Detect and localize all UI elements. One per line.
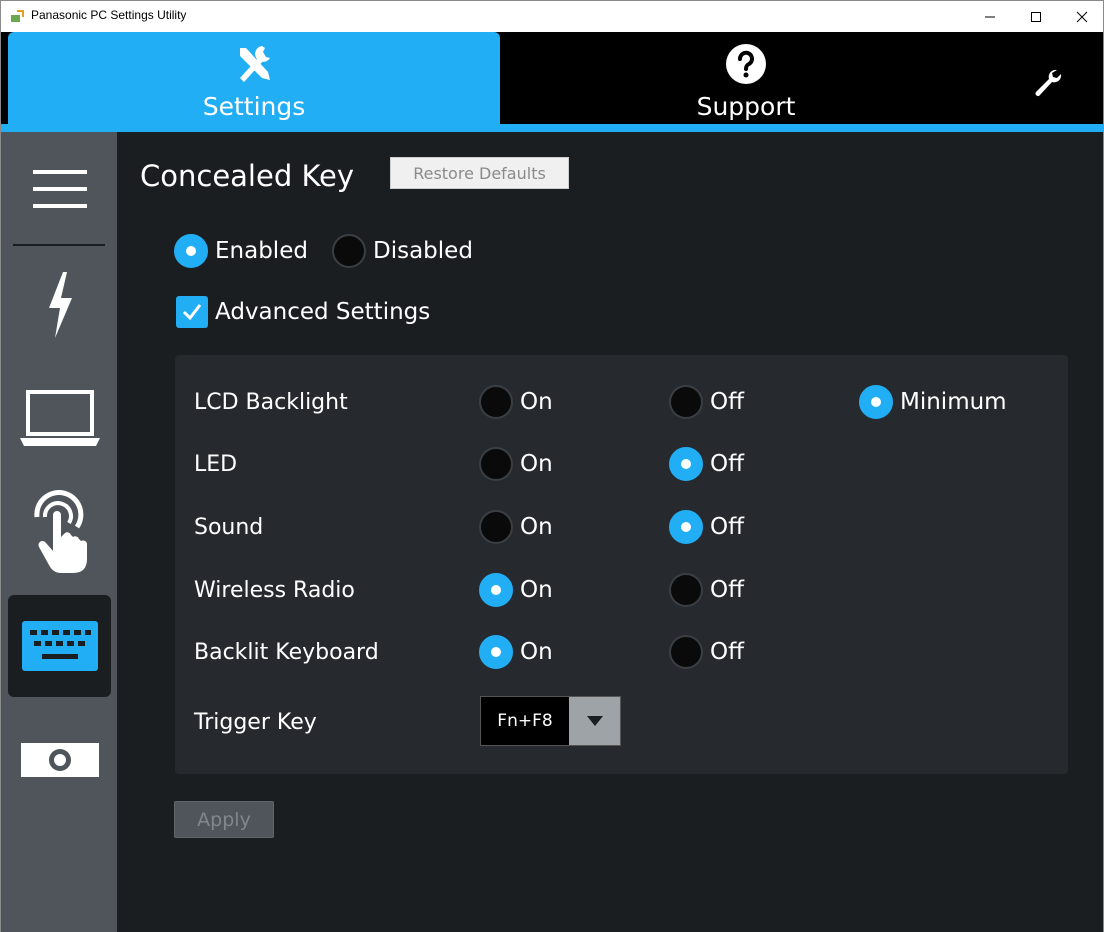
led-off-option[interactable]: Off <box>669 447 744 481</box>
minimize-button[interactable] <box>967 1 1013 32</box>
backlit-keyboard-on-option[interactable]: On <box>479 635 553 669</box>
lcd-backlight-off-radio[interactable] <box>669 385 703 419</box>
enabled-radio[interactable] <box>174 234 208 268</box>
trigger-key-select[interactable]: Fn+F8 <box>480 696 621 746</box>
wireless-radio-on-radio[interactable] <box>479 573 513 607</box>
advanced-settings-option[interactable]: Advanced Settings <box>176 296 430 328</box>
sound-off-radio[interactable] <box>669 510 703 544</box>
lcd-backlight-minimum-radio[interactable] <box>859 385 893 419</box>
sidebar <box>1 132 117 932</box>
maximize-icon <box>1031 11 1041 22</box>
app-icon <box>11 10 24 22</box>
backlit-keyboard-on-radio[interactable] <box>479 635 513 669</box>
row-label-backlit-keyboard: Backlit Keyboard <box>194 640 379 665</box>
backlit-keyboard-off-option[interactable]: Off <box>669 635 744 669</box>
close-icon <box>1076 11 1088 22</box>
enabled-option[interactable]: Enabled <box>174 234 308 268</box>
backlit-keyboard-on-label: On <box>520 639 553 665</box>
tools-icon <box>240 46 270 82</box>
minimize-icon <box>985 16 995 17</box>
close-button[interactable] <box>1059 1 1104 32</box>
dropdown-arrow[interactable] <box>569 697 620 745</box>
wireless-radio-off-label: Off <box>710 577 744 603</box>
disabled-option[interactable]: Disabled <box>332 234 473 268</box>
tab-support[interactable]: Support <box>500 32 992 124</box>
wrench-icon[interactable] <box>1031 66 1065 100</box>
power-bolt-icon <box>48 272 72 338</box>
sidebar-item-power[interactable] <box>8 254 111 356</box>
sidebar-item-camera[interactable] <box>8 709 111 811</box>
backlit-keyboard-off-radio[interactable] <box>669 635 703 669</box>
lcd-backlight-minimum-label: Minimum <box>900 389 1007 415</box>
main-content: Concealed Key Restore Defaults Enabled D… <box>117 132 1103 932</box>
top-navigation: Settings Support <box>1 32 1103 132</box>
wireless-radio-off-radio[interactable] <box>669 573 703 607</box>
sound-on-radio[interactable] <box>479 510 513 544</box>
row-label-sound: Sound <box>194 515 264 540</box>
sound-on-label: On <box>520 514 553 540</box>
row-label-trigger-key: Trigger Key <box>194 710 317 735</box>
laptop-icon <box>19 390 100 446</box>
wireless-radio-on-option[interactable]: On <box>479 573 553 607</box>
advanced-settings-checkbox[interactable] <box>176 296 208 328</box>
lcd-backlight-off-label: Off <box>710 389 744 415</box>
led-off-label: Off <box>710 451 744 477</box>
sidebar-item-touch[interactable] <box>8 480 111 582</box>
restore-defaults-button[interactable]: Restore Defaults <box>390 157 569 189</box>
row-label-wireless-radio: Wireless Radio <box>194 578 355 603</box>
sound-on-option[interactable]: On <box>479 510 553 544</box>
sound-off-option[interactable]: Off <box>669 510 744 544</box>
wireless-radio-on-label: On <box>520 577 553 603</box>
disabled-radio[interactable] <box>332 234 366 268</box>
nav-accent-bar <box>1 124 1103 132</box>
tab-settings-label: Settings <box>202 92 306 121</box>
sidebar-item-menu[interactable] <box>8 138 111 240</box>
row-label-led: LED <box>194 452 238 477</box>
enabled-label: Enabled <box>215 238 308 264</box>
lcd-backlight-on-radio[interactable] <box>479 385 513 419</box>
lcd-backlight-on-label: On <box>520 389 553 415</box>
maximize-button[interactable] <box>1013 1 1059 32</box>
app-window: Panasonic PC Settings Utility Settings S… <box>0 0 1104 932</box>
disabled-label: Disabled <box>373 238 473 264</box>
lcd-backlight-minimum-option[interactable]: Minimum <box>859 385 1007 419</box>
advanced-settings-panel: LCD Backlight On Off Minimum LED On Off … <box>175 355 1068 774</box>
hamburger-menu-icon <box>32 170 87 208</box>
camera-icon <box>20 743 99 777</box>
keyboard-icon <box>21 621 98 671</box>
sound-off-label: Off <box>710 514 744 540</box>
sidebar-divider <box>13 244 105 246</box>
row-label-lcd-backlight: LCD Backlight <box>194 390 348 415</box>
lcd-backlight-off-option[interactable]: Off <box>669 385 744 419</box>
advanced-settings-label: Advanced Settings <box>215 299 431 325</box>
led-on-label: On <box>520 451 553 477</box>
led-on-radio[interactable] <box>479 447 513 481</box>
title-bar: Panasonic PC Settings Utility <box>1 1 1103 32</box>
window-title: Panasonic PC Settings Utility <box>31 8 187 22</box>
sidebar-item-laptop[interactable] <box>8 367 111 469</box>
led-on-option[interactable]: On <box>479 447 553 481</box>
tab-settings[interactable]: Settings <box>8 32 500 127</box>
apply-button[interactable]: Apply <box>174 801 274 838</box>
wireless-radio-off-option[interactable]: Off <box>669 573 744 607</box>
backlit-keyboard-off-label: Off <box>710 639 744 665</box>
sidebar-item-keyboard[interactable] <box>8 595 111 697</box>
trigger-key-value: Fn+F8 <box>481 697 569 745</box>
page-title: Concealed Key <box>140 159 355 193</box>
touch-hand-icon <box>33 490 87 573</box>
tab-support-label: Support <box>696 92 796 121</box>
question-icon <box>726 44 766 84</box>
lcd-backlight-on-option[interactable]: On <box>479 385 553 419</box>
chevron-down-icon <box>586 716 603 726</box>
led-off-radio[interactable] <box>669 447 703 481</box>
checkmark-icon <box>182 304 202 321</box>
